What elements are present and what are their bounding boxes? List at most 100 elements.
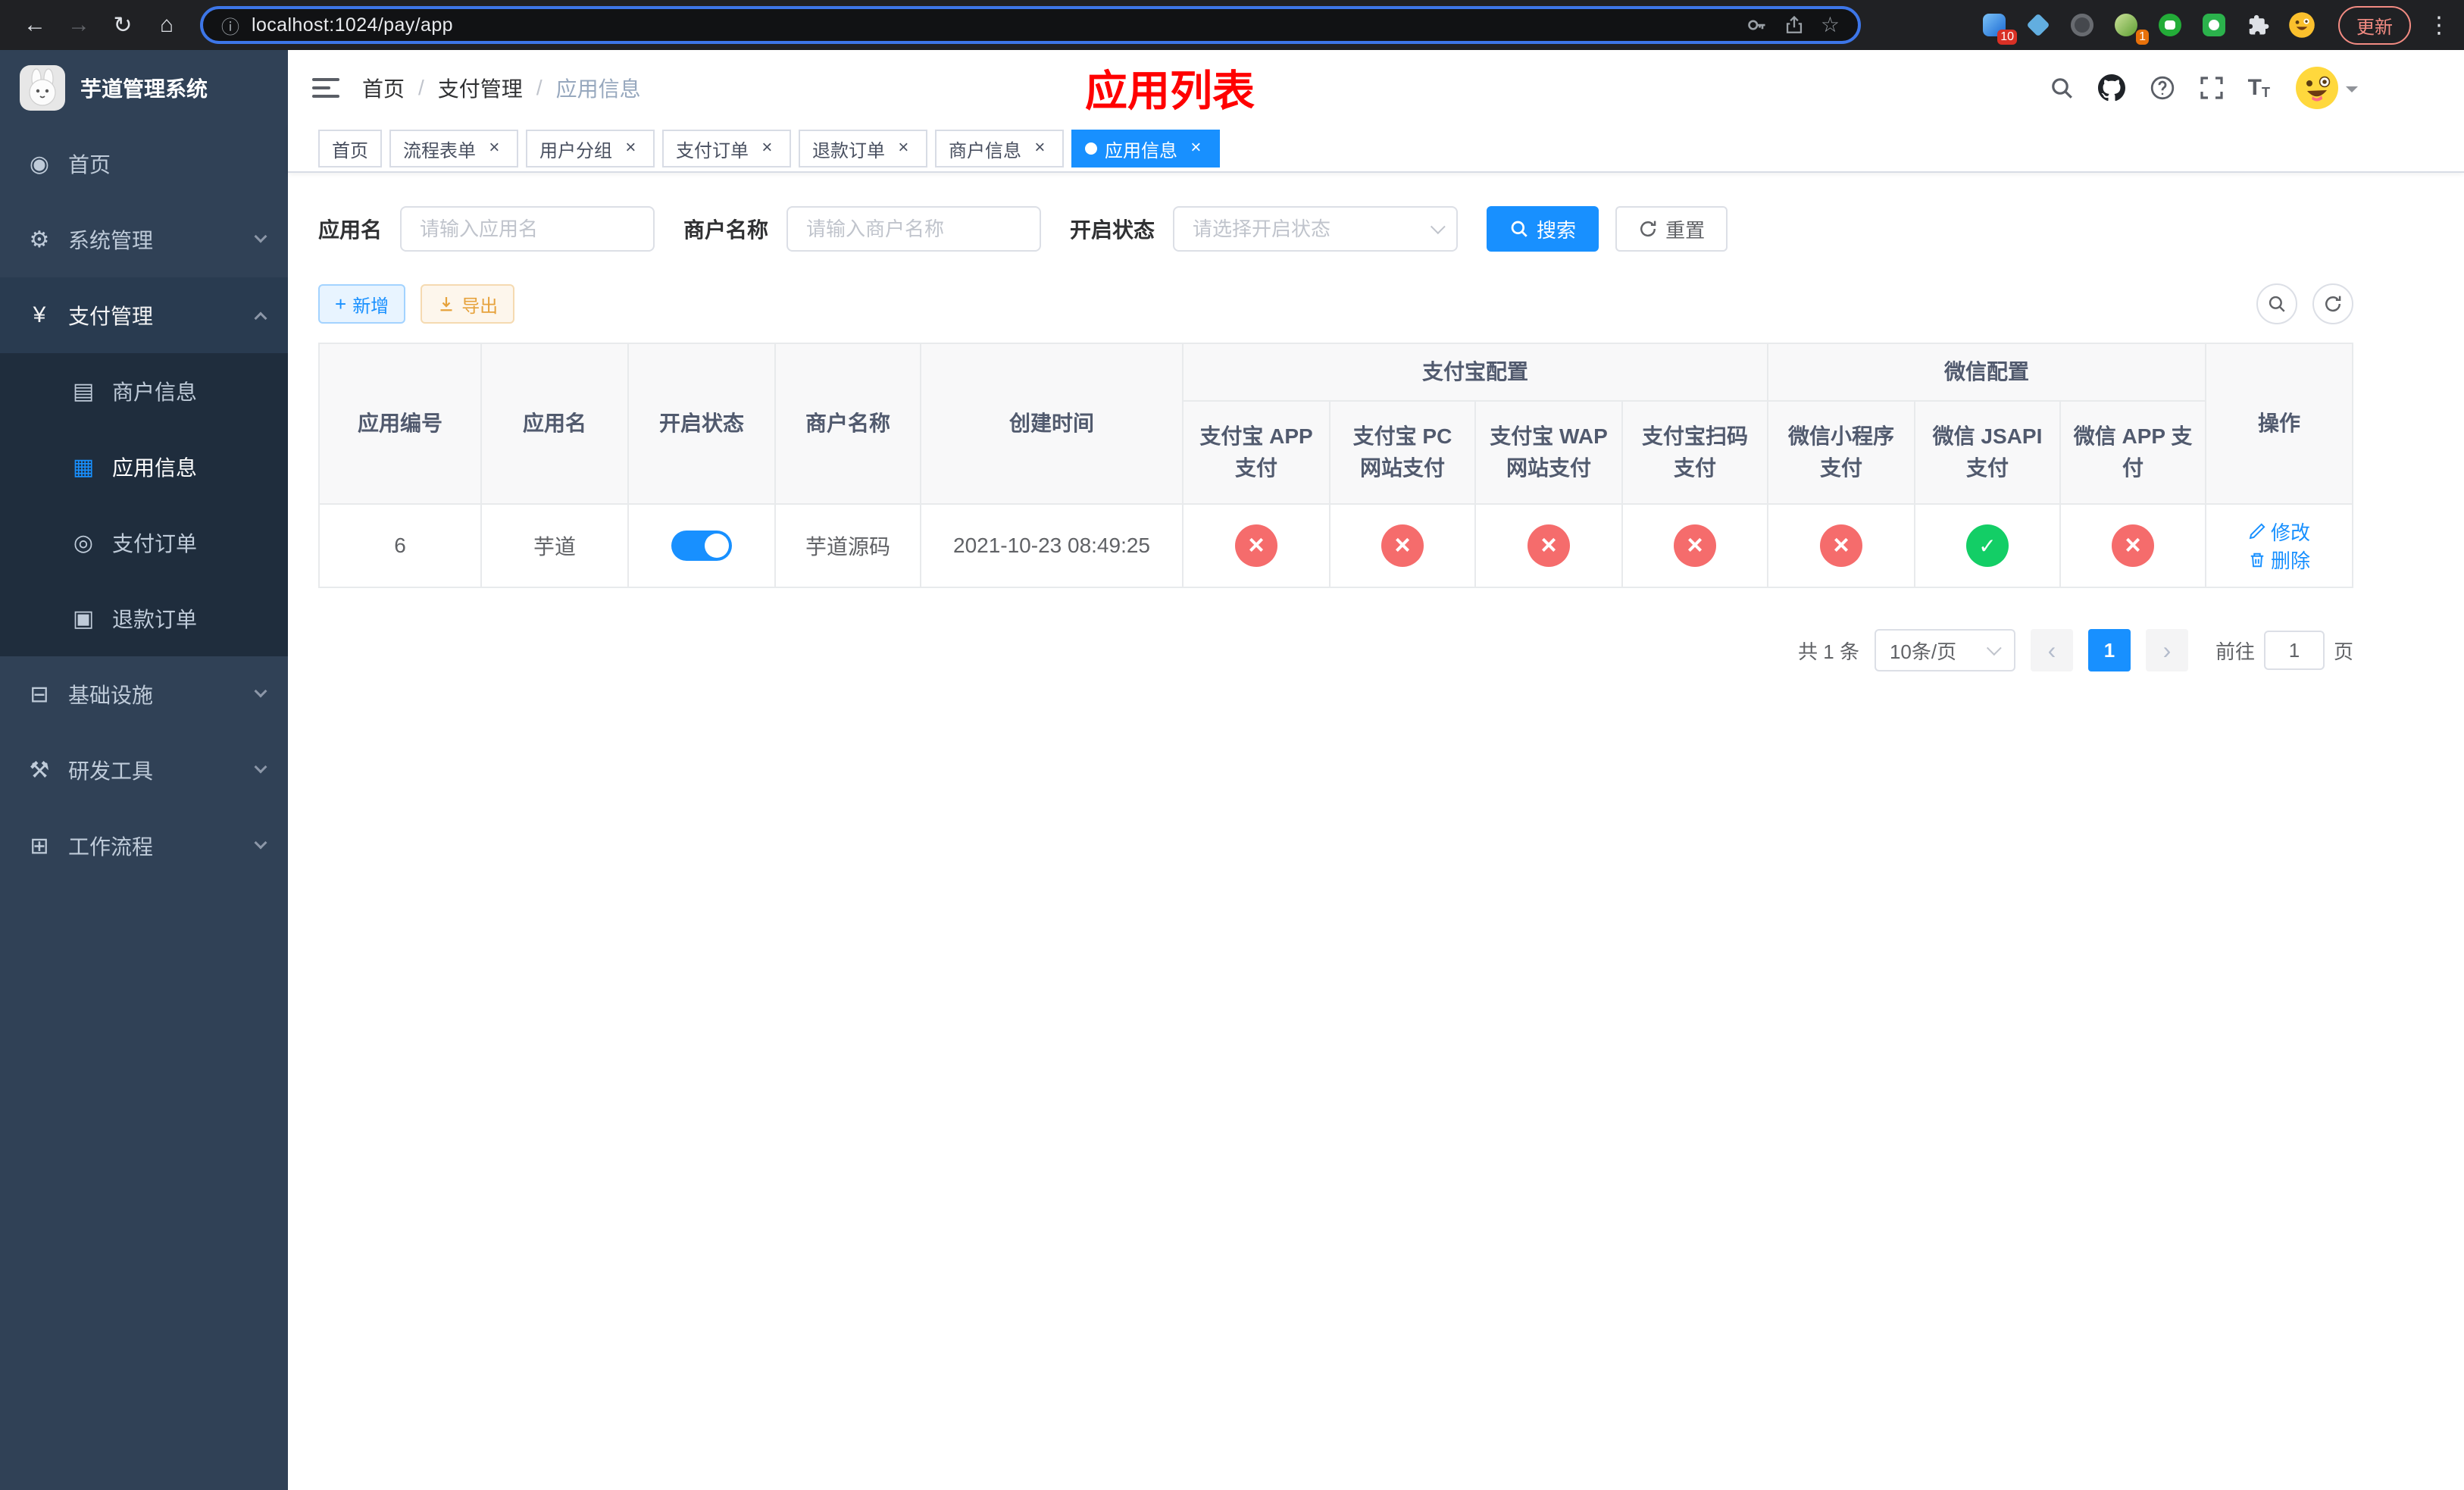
search-button[interactable]: 搜索 — [1487, 206, 1599, 252]
page-size-value: 10条/页 — [1889, 640, 1957, 663]
close-icon[interactable] — [1029, 138, 1050, 159]
breadcrumb-home[interactable]: 首页 — [362, 73, 405, 103]
chevron-down-icon — [254, 836, 267, 850]
address-bar[interactable]: ⓘ localhost:1024/pay/app ☆ — [200, 6, 1861, 44]
status-label: 开启状态 — [1070, 218, 1155, 242]
toggle-search-button[interactable] — [2256, 283, 2297, 324]
page-number-button[interactable]: 1 — [2087, 629, 2131, 671]
cell-alipay-app — [1182, 503, 1330, 588]
cell-wx-mini — [1767, 503, 1916, 588]
help-icon[interactable] — [2150, 75, 2175, 101]
sidebar-item-merchant-info[interactable]: ▤ 商户信息 — [0, 353, 288, 429]
edit-button[interactable]: 修改 — [2248, 518, 2310, 546]
delete-button[interactable]: 删除 — [2248, 546, 2310, 574]
font-size-icon[interactable]: TT — [2248, 77, 2270, 100]
extensions-puzzle-icon[interactable] — [2244, 11, 2272, 39]
cell-app-name: 芋道 — [480, 503, 629, 588]
status-toggle[interactable] — [671, 531, 732, 561]
col-header-alipay-pc: 支付宝 PC 网站支付 — [1329, 400, 1476, 505]
browser-menu-icon[interactable]: ⋮ — [2428, 12, 2450, 39]
bookmark-star-icon[interactable]: ☆ — [1821, 14, 1840, 36]
status-select[interactable] — [1173, 206, 1459, 252]
tab-process-form[interactable]: 流程表单 — [389, 130, 518, 167]
merchant-name-label: 商户名称 — [683, 218, 769, 242]
extension-icon[interactable]: 10 — [1981, 11, 2017, 45]
tab-user-group[interactable]: 用户分组 — [526, 130, 655, 167]
close-icon[interactable] — [620, 138, 641, 159]
fullscreen-icon[interactable] — [2200, 76, 2224, 100]
close-icon[interactable] — [1185, 138, 1206, 159]
extensions-tray: 10 1 — [1981, 11, 2315, 45]
page-unit-label: 页 — [2333, 640, 2353, 663]
tab-home[interactable]: 首页 — [318, 130, 382, 167]
next-page-button[interactable]: › — [2145, 629, 2188, 671]
sidebar-item-system[interactable]: ⚙ 系统管理 — [0, 202, 288, 277]
page-title: 应用列表 — [1085, 67, 1255, 115]
refresh-table-button[interactable] — [2312, 283, 2353, 324]
extension-icon[interactable] — [2025, 11, 2052, 39]
tab-merchant-info[interactable]: 商户信息 — [935, 130, 1064, 167]
close-icon[interactable] — [893, 138, 914, 159]
add-button[interactable]: + 新增 — [318, 284, 406, 324]
server-icon: ⊟ — [30, 681, 49, 707]
search-icon[interactable] — [2050, 76, 2074, 100]
sidebar-toggle-icon[interactable] — [312, 78, 339, 98]
cell-alipay-wap — [1474, 503, 1623, 588]
sidebar-item-label: 应用信息 — [112, 456, 198, 480]
breadcrumb-current: 应用信息 — [555, 77, 641, 101]
cell-merchant: 芋道源码 — [774, 503, 921, 588]
sidebar-item-dev-tools[interactable]: ⚒ 研发工具 — [0, 732, 288, 808]
url-text[interactable]: localhost:1024/pay/app — [252, 14, 1734, 36]
col-group-alipay: 支付宝配置 — [1181, 343, 1769, 402]
extension-icon[interactable] — [2068, 11, 2096, 39]
sidebar-item-infrastructure[interactable]: ⊟ 基础设施 — [0, 656, 288, 732]
tab-pay-orders[interactable]: 支付订单 — [662, 130, 791, 167]
share-icon[interactable] — [1784, 14, 1804, 36]
extension-icon[interactable] — [2200, 11, 2228, 39]
site-info-icon[interactable]: ⓘ — [221, 12, 239, 39]
extension-icon[interactable]: 1 — [2112, 11, 2149, 45]
page-size-select[interactable]: 10条/页 — [1874, 629, 2015, 671]
reload-icon[interactable]: ↻ — [103, 5, 142, 45]
cell-status — [627, 503, 776, 588]
prev-page-button[interactable]: ‹ — [2030, 629, 2073, 671]
sidebar-item-payment[interactable]: ¥ 支付管理 — [0, 277, 288, 353]
sidebar-item-refund-orders[interactable]: ▣ 退款订单 — [0, 581, 288, 656]
reset-button[interactable]: 重置 — [1615, 206, 1728, 252]
col-header-wx-mini: 微信小程序支付 — [1767, 400, 1916, 505]
close-icon[interactable] — [483, 138, 505, 159]
sidebar-item-pay-orders[interactable]: ◎ 支付订单 — [0, 505, 288, 581]
tab-refund-orders[interactable]: 退款订单 — [799, 130, 927, 167]
breadcrumb-section: 支付管理 — [437, 77, 523, 101]
github-icon[interactable] — [2097, 74, 2125, 102]
user-avatar[interactable] — [2294, 65, 2358, 111]
tab-label: 应用信息 — [1105, 140, 1177, 161]
browser-profile-avatar[interactable] — [2288, 11, 2315, 39]
app-logo[interactable]: 芋道管理系统 — [0, 50, 288, 126]
sidebar-item-label: 基础设施 — [68, 684, 154, 707]
tab-app-info[interactable]: 应用信息 — [1071, 130, 1220, 167]
export-button[interactable]: 导出 — [421, 284, 515, 324]
col-header-actions: 操作 — [2205, 343, 2354, 505]
edit-label: 修改 — [2271, 521, 2311, 544]
cross-status-icon — [1527, 524, 1570, 567]
extension-icon[interactable] — [2156, 11, 2184, 39]
close-icon[interactable] — [756, 138, 777, 159]
dashboard-icon: ◉ — [29, 151, 50, 177]
goto-page-input[interactable] — [2263, 631, 2325, 670]
search-button-label: 搜索 — [1537, 218, 1577, 242]
sidebar-item-workflow[interactable]: ⊞ 工作流程 — [0, 808, 288, 884]
merchant-name-input[interactable] — [786, 206, 1042, 252]
back-icon[interactable]: ← — [15, 5, 55, 45]
sidebar-item-app-info[interactable]: ▦ 应用信息 — [0, 429, 288, 505]
password-key-icon[interactable] — [1746, 14, 1768, 36]
chevron-down-icon — [254, 684, 267, 698]
sidebar-item-home[interactable]: ◉ 首页 — [0, 126, 288, 202]
flow-icon: ⊞ — [30, 833, 49, 859]
home-icon[interactable]: ⌂ — [147, 5, 186, 45]
app-name-input[interactable] — [400, 206, 655, 252]
chrome-update-button[interactable]: 更新 — [2338, 5, 2411, 45]
payment-submenu: ▤ 商户信息 ▦ 应用信息 ◎ 支付订单 ▣ 退款订单 — [0, 353, 288, 656]
table-row: 6 芋道 芋道源码 2021-10-23 08:49:25 × × × × × … — [318, 503, 2354, 588]
forward-icon[interactable]: → — [59, 5, 98, 45]
